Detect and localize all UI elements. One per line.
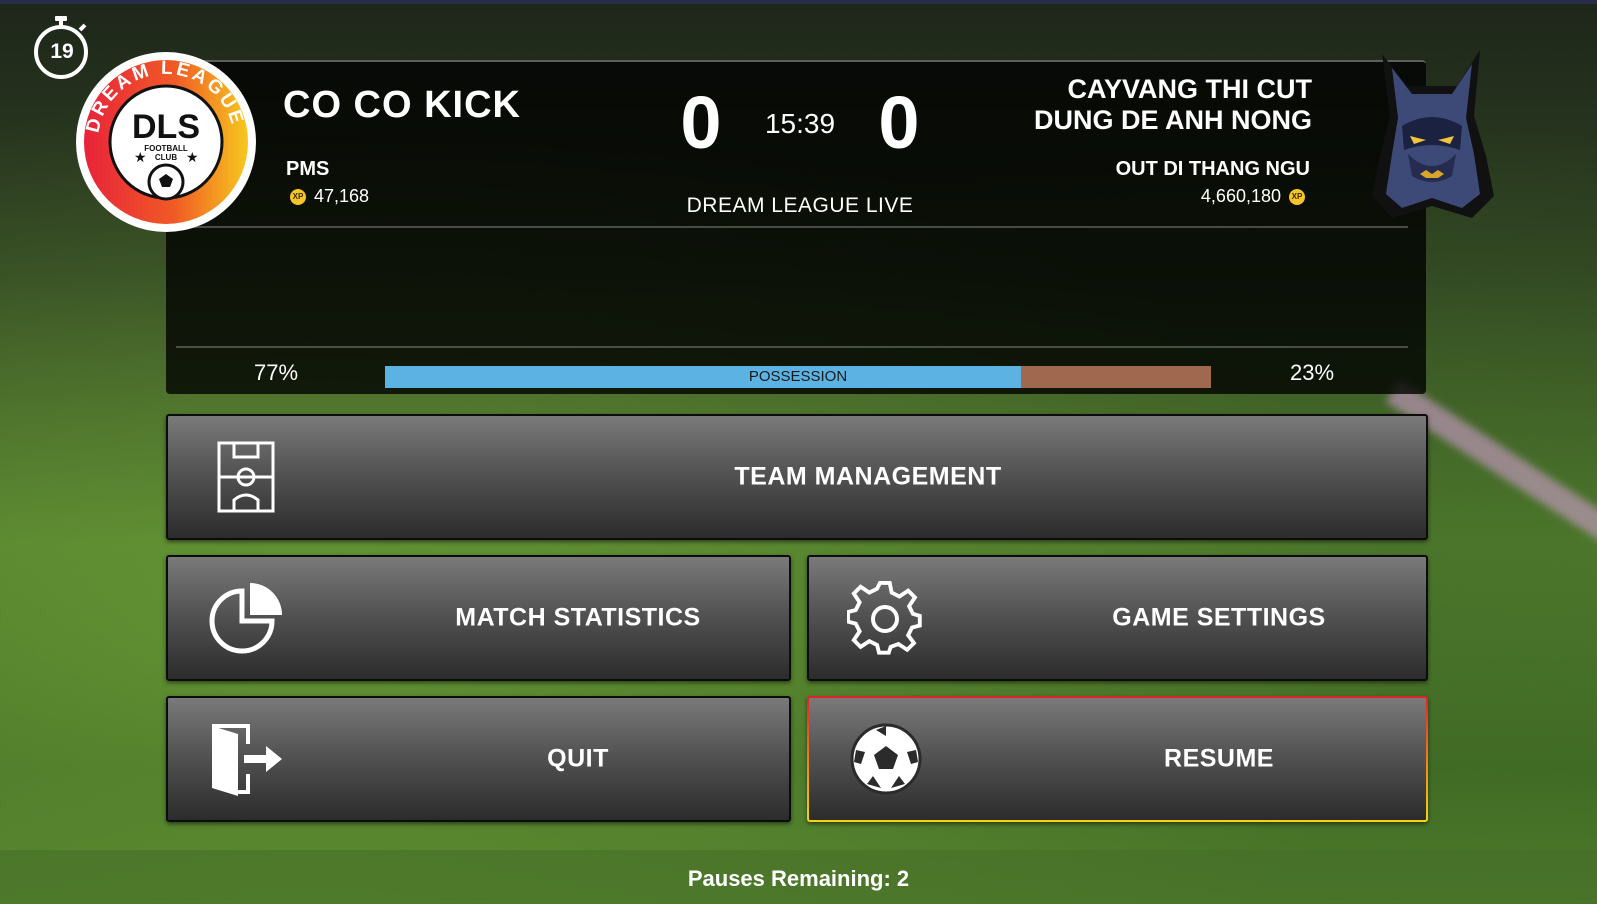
top-edge: [0, 0, 1597, 4]
away-team-name-line1: CAYVANG THI CUT: [1067, 74, 1312, 104]
svg-text:★: ★: [186, 149, 199, 165]
game-settings-label: GAME SETTINGS: [1112, 603, 1326, 632]
away-team-logo: [1362, 46, 1502, 226]
away-team-name: CAYVANG THI CUT DUNG DE ANH NONG: [1034, 74, 1312, 136]
team-management-button[interactable]: TEAM MANAGEMENT: [166, 414, 1428, 540]
home-xp: XP 47,168: [290, 186, 369, 207]
away-xp: 4,660,180 XP: [1201, 186, 1305, 207]
team-management-label: TEAM MANAGEMENT: [734, 462, 1002, 491]
league-name: DREAM LEAGUE LIVE: [686, 194, 914, 217]
pauses-remaining: Pauses Remaining: 2: [687, 866, 910, 891]
away-manager-name: OUT DI THANG NGU: [1115, 158, 1310, 180]
logo-sub-text-1: FOOTBALL: [144, 144, 188, 153]
home-manager-name: PMS: [286, 158, 330, 180]
home-xp-value: 47,168: [314, 186, 370, 206]
match-statistics-button[interactable]: MATCH STATISTICS: [166, 555, 791, 681]
away-possession-pct: 23%: [1290, 360, 1335, 385]
match-statistics-label: MATCH STATISTICS: [455, 603, 701, 632]
scoreboard-divider-top: [176, 226, 1408, 228]
quit-button[interactable]: QUIT: [166, 696, 791, 822]
resume-label: RESUME: [1164, 744, 1274, 773]
svg-text:★: ★: [134, 149, 147, 165]
match-clock: 15:39: [764, 108, 836, 139]
away-team-name-line2: DUNG DE ANH NONG: [1033, 105, 1312, 135]
home-possession-pct: 77%: [254, 360, 299, 385]
away-score: 0: [878, 81, 920, 164]
xp-coin-icon: XP: [290, 188, 306, 205]
away-xp-value: 4,660,180: [1200, 186, 1281, 206]
gear-icon: [846, 580, 923, 662]
exit-door-icon: [208, 722, 284, 803]
game-settings-button[interactable]: GAME SETTINGS: [807, 555, 1428, 681]
logo-sub-text-2: CLUB: [155, 153, 177, 162]
quit-label: QUIT: [547, 744, 609, 773]
home-team-name: CO CO KICK: [283, 84, 521, 126]
logo-main-text: DLS: [132, 108, 200, 146]
scoreboard-divider-bottom: [176, 346, 1408, 348]
xp-coin-icon: XP: [1289, 188, 1305, 205]
possession-bar: POSSESSION: [385, 366, 1211, 388]
soccer-ball-icon: [849, 722, 923, 801]
possession-label: POSSESSION: [748, 368, 848, 385]
resume-button[interactable]: RESUME: [807, 696, 1428, 822]
home-team-logo: DREAM LEAGUE DLS FOOTBALL CLUB ★ ★: [74, 50, 258, 234]
pie-chart-icon: [208, 581, 284, 662]
home-score: 0: [680, 81, 722, 164]
